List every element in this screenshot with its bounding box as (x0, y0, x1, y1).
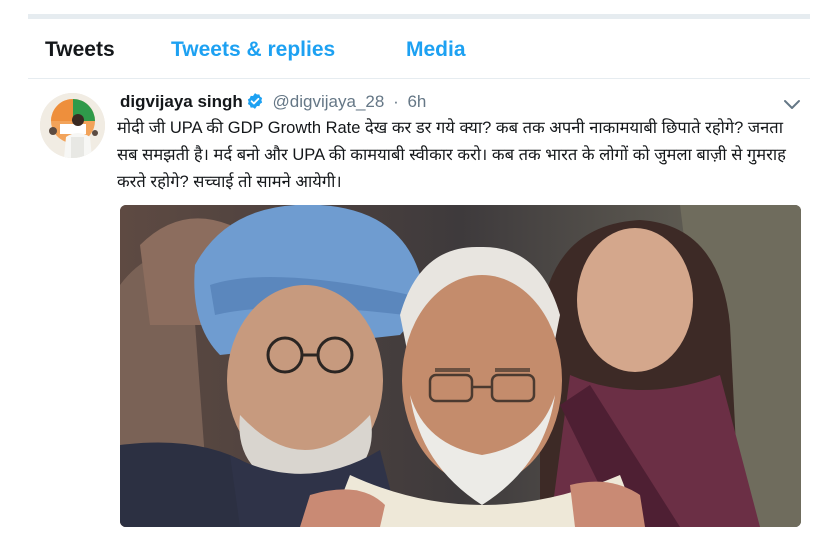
tab-tweets-and-replies[interactable]: Tweets & replies (171, 38, 335, 62)
separator-dot: · (393, 92, 399, 111)
top-divider (28, 14, 810, 19)
verified-badge-icon (246, 92, 264, 115)
tab-media[interactable]: Media (406, 38, 466, 62)
tab-tweets[interactable]: Tweets (45, 38, 115, 62)
tweet-header: digvijaya singh @digvijaya_28 · 6h (120, 92, 426, 114)
profile-tabs: Tweets Tweets & replies Media (28, 32, 810, 79)
tweet-text: मोदी जी UPA की GDP Growth Rate देख कर डर… (117, 119, 786, 191)
tweet-photo[interactable] (120, 205, 801, 527)
author-name[interactable]: digvijaya singh (120, 92, 243, 111)
chevron-down-icon[interactable] (782, 96, 802, 112)
author-handle[interactable]: @digvijaya_28 (273, 92, 385, 111)
tweet-time[interactable]: 6h (407, 92, 426, 111)
avatar[interactable] (40, 93, 105, 158)
